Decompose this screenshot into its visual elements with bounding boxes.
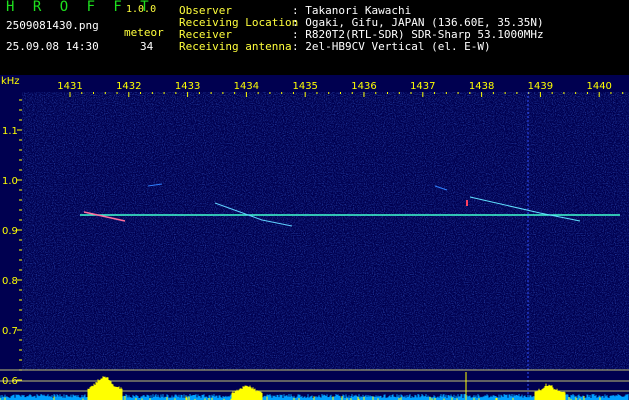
x-tick-label: 1433 — [175, 81, 200, 92]
x-tick-label: 1435 — [292, 81, 317, 92]
timestamp: 25.09.08 14:30 — [6, 40, 99, 53]
x-tick-label: 1432 — [116, 81, 141, 92]
x-tick-label: 1434 — [234, 81, 259, 92]
x-tick-label: 1440 — [586, 81, 611, 92]
y-tick-label: 0.6 — [2, 376, 18, 387]
antenna-label: Receiving antenna — [179, 40, 292, 53]
spectrogram-noise — [22, 92, 629, 370]
x-tick-label: 1438 — [469, 81, 494, 92]
meteor-echo-6 — [466, 200, 468, 206]
filename: 2509081430.png — [6, 19, 99, 32]
header-panel: H R O F F T 1.0.0 2509081430.png meteor … — [0, 0, 629, 75]
y-axis-unit: kHz — [1, 76, 20, 87]
x-tick-label: 1439 — [528, 81, 553, 92]
meteor-count: 34 — [140, 40, 154, 53]
y-tick-label: 0.8 — [2, 276, 18, 287]
y-tick-label: 0.9 — [2, 226, 18, 237]
x-tick-label: 1436 — [351, 81, 376, 92]
app-version: 1.0.0 — [126, 4, 157, 15]
y-tick-label: 1.0 — [2, 176, 18, 187]
antenna-value: : 2el-HB9CV Vertical (el. E-W) — [292, 40, 491, 53]
meteor-label: meteor — [124, 26, 164, 39]
spectrogram: 1431 1432 1433 1434 1435 1436 1437 1438 1439 1440… — [0, 75, 629, 400]
x-tick-label: 1437 — [410, 81, 435, 92]
y-tick-label: 1.1 — [2, 126, 18, 137]
x-tick-label: 1431 — [57, 81, 82, 92]
y-tick-label: 0.7 — [2, 326, 18, 337]
